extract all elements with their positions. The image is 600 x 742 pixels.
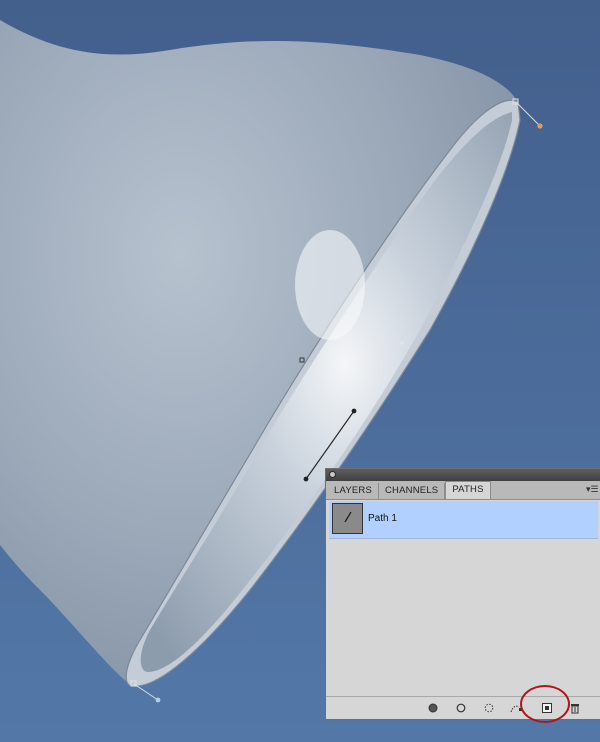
trash-icon[interactable] <box>568 701 582 715</box>
annotation-highlight-ring <box>520 685 570 723</box>
tab-paths[interactable]: PATHS <box>445 481 491 499</box>
path-row[interactable]: Path 1 <box>329 501 598 539</box>
tab-channels[interactable]: CHANNELS <box>379 483 446 499</box>
paths-panel: LAYERS CHANNELS PATHS ▾☰ Path 1 <box>325 468 600 720</box>
stroke-path-icon[interactable] <box>454 701 468 715</box>
panel-tabbar: LAYERS CHANNELS PATHS ▾☰ <box>326 481 600 500</box>
panel-titlebar[interactable] <box>326 469 600 481</box>
path-thumbnail <box>332 503 363 534</box>
anchor-point-small <box>400 341 404 345</box>
panel-menu-icon[interactable]: ▾☰ <box>586 483 599 495</box>
path-name-label: Path 1 <box>368 513 397 524</box>
load-selection-icon[interactable] <box>482 701 496 715</box>
anchor-handle-bottom <box>155 697 161 703</box>
anchor-handle-top <box>537 123 543 129</box>
fill-path-icon[interactable] <box>426 701 440 715</box>
anchor-handle-mid-a <box>303 476 309 482</box>
close-icon[interactable] <box>329 471 336 478</box>
tab-layers[interactable]: LAYERS <box>328 483 379 499</box>
anchor-handle-mid-b <box>351 408 357 414</box>
